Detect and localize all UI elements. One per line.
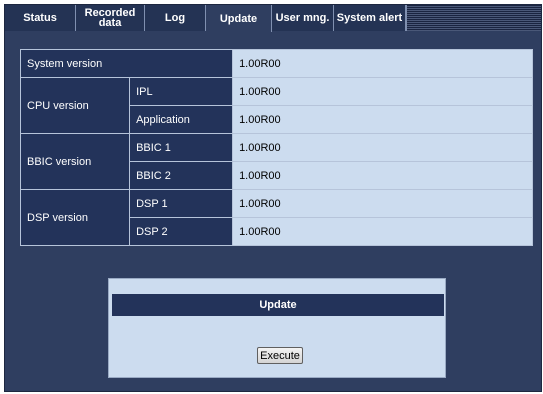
ipl-label: IPL <box>129 77 234 106</box>
dsp-version-label: DSP version <box>19 189 131 246</box>
execute-button[interactable]: Execute <box>257 347 303 364</box>
tab-recorded-data[interactable]: Recorded data <box>76 5 145 31</box>
bbic1-value: 1.00R00 <box>232 133 533 162</box>
bbic2-value: 1.00R00 <box>232 161 533 190</box>
ipl-value: 1.00R00 <box>232 77 533 106</box>
tab-log[interactable]: Log <box>145 5 206 31</box>
tab-status[interactable]: Status <box>5 5 76 31</box>
bbic1-label: BBIC 1 <box>129 133 234 162</box>
table-row: DSP version DSP 1 1.00R00 <box>19 189 533 246</box>
cpu-version-label: CPU version <box>19 77 131 134</box>
tab-bar-filler <box>406 5 541 31</box>
system-version-label: System version <box>19 49 234 78</box>
main-frame: Status Recorded data Log Update User mng… <box>4 4 542 392</box>
dsp1-value: 1.00R00 <box>232 189 533 218</box>
table-row: BBIC version BBIC 1 1.00R00 <box>19 133 533 190</box>
dsp2-value: 1.00R00 <box>232 217 533 246</box>
dsp1-label: DSP 1 <box>129 189 234 218</box>
update-panel-title: Update <box>112 294 444 316</box>
system-version-value: 1.00R00 <box>232 49 533 78</box>
tab-bar: Status Recorded data Log Update User mng… <box>5 5 541 32</box>
update-panel: Update Execute <box>108 278 446 378</box>
table-row: System version 1.00R00 <box>19 49 533 78</box>
tab-system-alert[interactable]: System alert <box>334 5 406 31</box>
bbic-version-label: BBIC version <box>19 133 131 190</box>
tab-user-mng[interactable]: User mng. <box>272 5 334 31</box>
application-label: Application <box>129 105 234 134</box>
dsp2-label: DSP 2 <box>129 217 234 246</box>
bbic2-label: BBIC 2 <box>129 161 234 190</box>
version-table: System version 1.00R00 CPU version IPL 1… <box>19 49 533 246</box>
table-row: CPU version IPL 1.00R00 <box>19 77 533 134</box>
application-value: 1.00R00 <box>232 105 533 134</box>
tab-update[interactable]: Update <box>206 5 272 32</box>
